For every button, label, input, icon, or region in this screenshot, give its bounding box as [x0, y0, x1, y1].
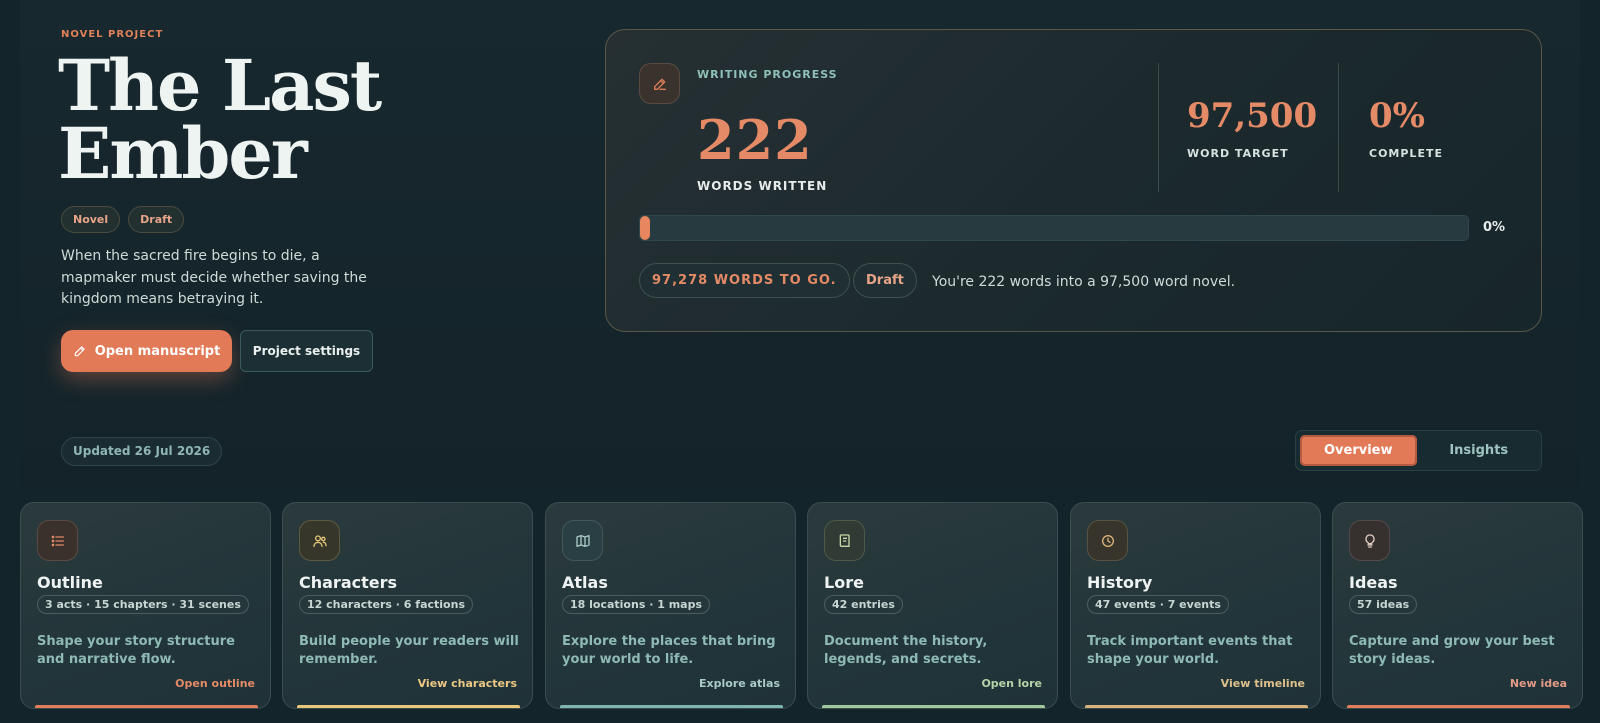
- divider: [1338, 63, 1339, 192]
- card-accent-bar: [822, 705, 1045, 708]
- card-ideas[interactable]: Ideas 57 ideas Capture and grow your bes…: [1332, 502, 1583, 709]
- project-settings-button[interactable]: Project settings: [240, 330, 373, 372]
- clock-icon: [1087, 520, 1128, 561]
- title-line-2: Ember: [58, 112, 308, 195]
- card-accent-bar: [35, 705, 258, 708]
- tag-draft: Draft: [128, 206, 185, 233]
- card-description: Track important events that shape your w…: [1087, 634, 1293, 667]
- list-icon: [37, 520, 78, 561]
- progress-bar: [639, 215, 1469, 241]
- project-blurb: When the sacred fire begins to die, a ma…: [61, 248, 367, 307]
- pencil-icon: [73, 344, 87, 358]
- complete-label: COMPLETE: [1369, 147, 1443, 160]
- word-target-label: WORD TARGET: [1187, 147, 1289, 160]
- card-title: Lore: [824, 573, 864, 592]
- card-meta: 12 characters · 6 factions: [299, 595, 473, 614]
- progress-bar-fill: [640, 216, 650, 240]
- view-timeline-link[interactable]: View timeline: [1221, 677, 1305, 690]
- tab-overview[interactable]: Overview: [1300, 435, 1417, 466]
- page-title: The Last Ember: [58, 44, 382, 195]
- card-title: Ideas: [1349, 573, 1398, 592]
- card-outline[interactable]: Outline 3 acts · 15 chapters · 31 scenes…: [20, 502, 271, 709]
- card-description: Capture and grow your best story ideas.: [1349, 634, 1555, 667]
- updated-badge: Updated 26 Jul 2026: [61, 437, 223, 466]
- map-icon: [562, 520, 603, 561]
- section-cards: Outline 3 acts · 15 chapters · 31 scenes…: [20, 502, 1583, 709]
- words-to-go-badge: 97,278 WORDS TO GO.: [639, 263, 850, 298]
- card-title: Atlas: [562, 573, 608, 592]
- view-characters-link[interactable]: View characters: [418, 677, 517, 690]
- book-icon: [824, 520, 865, 561]
- card-characters[interactable]: Characters 12 characters · 6 factions Bu…: [282, 502, 533, 709]
- view-tabs: Overview Insights: [1295, 430, 1542, 471]
- status-badge: Draft: [853, 263, 917, 298]
- card-description: Explore the places that bring your world…: [562, 634, 776, 667]
- card-accent-bar: [1085, 705, 1308, 708]
- card-accent-bar: [560, 705, 783, 708]
- card-meta: 18 locations · 1 maps: [562, 595, 710, 614]
- tag-list: Novel Draft: [61, 206, 185, 233]
- card-title: History: [1087, 573, 1153, 592]
- card-description: Shape your story structure and narrative…: [37, 634, 235, 667]
- writing-progress-card: WRITING PROGRESS 222 WORDS WRITTEN 97,50…: [605, 29, 1542, 332]
- divider: [1158, 63, 1159, 192]
- open-lore-link[interactable]: Open lore: [981, 677, 1042, 690]
- card-title: Characters: [299, 573, 398, 592]
- card-lore[interactable]: Lore 42 entries Document the history, le…: [807, 502, 1058, 709]
- words-written-label: WORDS WRITTEN: [697, 179, 828, 193]
- open-manuscript-label: Open manuscript: [94, 343, 221, 359]
- lightbulb-icon: [1349, 520, 1390, 561]
- card-meta: 42 entries: [824, 595, 903, 614]
- writing-progress-label: WRITING PROGRESS: [697, 68, 838, 81]
- word-target-value: 97,500: [1187, 96, 1318, 136]
- complete-value: 0%: [1369, 96, 1425, 136]
- explore-atlas-link[interactable]: Explore atlas: [699, 677, 780, 690]
- open-outline-link[interactable]: Open outline: [175, 677, 255, 690]
- card-description: Build people your readers will remember.: [299, 634, 519, 667]
- card-atlas[interactable]: Atlas 18 locations · 1 maps Explore the …: [545, 502, 796, 709]
- card-meta: 47 events · 7 events: [1087, 595, 1229, 614]
- tab-insights[interactable]: Insights: [1421, 435, 1538, 466]
- title-line-1: The Last: [58, 44, 382, 127]
- card-description: Document the history, legends, and secre…: [824, 634, 988, 667]
- project-type-eyebrow: NOVEL PROJECT: [61, 29, 164, 40]
- card-accent-bar: [297, 705, 520, 708]
- progress-note: You're 222 words into a 97,500 word nove…: [932, 274, 1236, 290]
- card-meta: 3 acts · 15 chapters · 31 scenes: [37, 595, 249, 614]
- tag-novel: Novel: [61, 206, 121, 233]
- card-title: Outline: [37, 573, 103, 592]
- card-accent-bar: [1347, 705, 1570, 708]
- words-written-value: 222: [697, 108, 813, 172]
- card-history[interactable]: History 47 events · 7 events Track impor…: [1070, 502, 1321, 709]
- progress-percent: 0%: [1483, 220, 1506, 235]
- new-idea-link[interactable]: New idea: [1510, 677, 1567, 690]
- users-icon: [299, 520, 340, 561]
- open-manuscript-button[interactable]: Open manuscript: [61, 330, 232, 372]
- pencil-icon: [639, 63, 680, 104]
- card-meta: 57 ideas: [1349, 595, 1418, 614]
